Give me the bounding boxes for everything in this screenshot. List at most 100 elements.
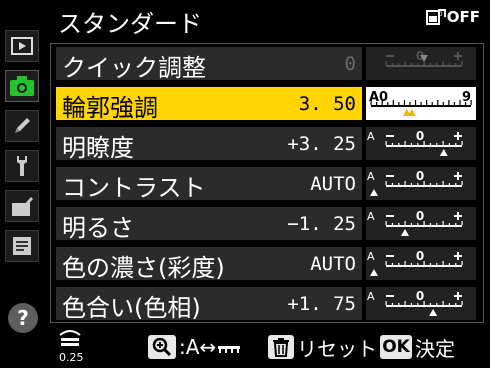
scale-tick xyxy=(429,223,432,225)
zero-label: 0 xyxy=(416,209,424,223)
tab-setup[interactable] xyxy=(5,150,39,182)
scale-tick xyxy=(404,261,406,265)
scale-tick xyxy=(381,100,383,105)
scale-tick xyxy=(461,301,463,305)
scale-tick xyxy=(461,221,463,225)
plus-sign-v xyxy=(457,212,459,220)
scale-tick xyxy=(423,141,425,145)
scale-tick xyxy=(423,301,425,305)
scale-line xyxy=(386,265,462,267)
row-brightness[interactable]: 明るさ −1. 25 A 0 xyxy=(56,205,476,242)
row-gauge: A0 9 xyxy=(366,87,476,120)
scale-tick xyxy=(398,303,400,305)
scale-tick xyxy=(448,143,451,145)
tab-photo-shooting[interactable] xyxy=(5,70,39,102)
minus-sign xyxy=(386,175,394,177)
scale-tick xyxy=(385,221,387,225)
value-marker xyxy=(407,109,416,116)
wrench-icon xyxy=(17,156,27,176)
scale-tick xyxy=(417,143,419,145)
row-sharpening[interactable]: 輪郭強調 3. 50 A0 9 xyxy=(56,85,476,122)
tab-playback[interactable] xyxy=(5,30,39,62)
scale-tick xyxy=(464,102,467,105)
scale-tick xyxy=(391,303,394,305)
scale-tick xyxy=(461,141,463,145)
scale-tick xyxy=(404,61,406,65)
auto-label: A xyxy=(367,210,375,223)
gauge-scale: A0 xyxy=(367,129,463,156)
scale-tick xyxy=(410,63,413,65)
active-d-lighting-icon: D xyxy=(425,9,446,25)
row-clarity[interactable]: 明瞭度 +3. 25 A 0 xyxy=(56,125,476,162)
scale-tick xyxy=(455,223,457,225)
row-value: +1. 75 xyxy=(287,293,356,315)
tab-my-menu[interactable] xyxy=(5,230,39,262)
scale-tick xyxy=(392,100,394,105)
gauge-scale: A0 xyxy=(367,169,463,196)
scale-tick xyxy=(461,261,463,265)
scale-tick xyxy=(448,183,451,185)
scale-line xyxy=(386,225,462,227)
row-value: AUTO xyxy=(310,173,356,195)
value-marker xyxy=(370,269,378,276)
scale-tick xyxy=(376,102,378,105)
row-gauge: A0 xyxy=(366,167,476,200)
zero-label: 0 xyxy=(416,249,424,263)
row-saturation[interactable]: 色の濃さ(彩度) AUTO A 0 xyxy=(56,245,476,282)
scale-tick xyxy=(429,303,432,305)
camera-icon xyxy=(10,76,34,96)
gauge-scale: A0 xyxy=(367,289,463,316)
scale-tick xyxy=(437,100,439,105)
scale-tick xyxy=(410,143,413,145)
scale-tick xyxy=(455,63,457,65)
footer-bar: 0.25 :A↔ リセット OK 決定 xyxy=(0,325,490,368)
row-gauge: A0 xyxy=(366,207,476,240)
scale-tick xyxy=(404,221,406,225)
row-value: +3. 25 xyxy=(287,133,356,155)
plus-sign-v xyxy=(457,252,459,260)
pencil-icon xyxy=(15,118,30,133)
scale-tick xyxy=(398,183,400,185)
scale-tick xyxy=(436,223,438,225)
value-marker xyxy=(401,229,409,236)
zero-label: 0 xyxy=(416,169,424,183)
row-label: 色合い(色相) xyxy=(62,294,201,322)
scale-tick xyxy=(455,143,457,145)
zoom-hint: :A↔ xyxy=(148,333,241,361)
minus-sign xyxy=(386,135,394,137)
scale-tick xyxy=(417,63,419,65)
row-hue[interactable]: 色合い(色相) +1. 75 A 0 xyxy=(56,285,476,322)
minus-sign xyxy=(386,55,394,57)
status-text: OFF xyxy=(446,8,480,26)
minus-sign xyxy=(386,295,394,297)
scale-max-label: 9 xyxy=(462,90,471,105)
zoom-in-key xyxy=(148,335,176,359)
scale-tick xyxy=(404,301,406,305)
scale-tick xyxy=(436,303,438,305)
plus-sign-v xyxy=(457,132,459,140)
status-indicator: D OFF xyxy=(425,8,480,26)
value-marker xyxy=(429,309,438,316)
ok-label: 決定 xyxy=(415,336,455,361)
delete-key xyxy=(268,335,294,359)
scale-tick xyxy=(414,100,417,105)
scale-tick xyxy=(429,183,432,185)
row-quick-adjust[interactable]: クイック調整 0 0 xyxy=(56,45,476,82)
plus-sign-v xyxy=(457,172,459,180)
scale-tick xyxy=(455,183,457,185)
scale-tick xyxy=(442,102,444,105)
scale-tick xyxy=(436,183,438,185)
scale-tick xyxy=(423,181,425,185)
scale-tick xyxy=(387,102,389,105)
scale-tick xyxy=(410,183,413,185)
tab-custom-settings[interactable] xyxy=(5,110,39,142)
row-gauge: 0 xyxy=(366,47,476,80)
row-contrast[interactable]: コントラスト AUTO A 0 xyxy=(56,165,476,202)
scale-tick xyxy=(409,102,411,105)
scale-tick xyxy=(391,143,394,145)
scale-tick xyxy=(429,143,432,145)
tab-retouch[interactable] xyxy=(5,190,39,222)
auto-label: A xyxy=(367,130,375,143)
scale-tick xyxy=(431,102,433,105)
scale-tick xyxy=(391,63,394,65)
